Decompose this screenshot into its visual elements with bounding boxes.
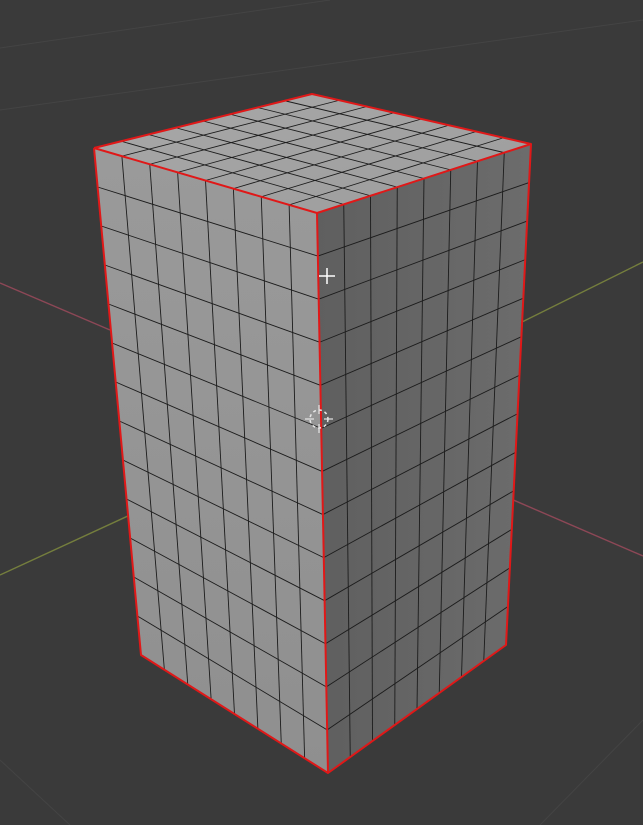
y-axis-line-right [521,261,643,323]
viewport-canvas[interactable] [0,0,643,825]
y-axis-line [0,514,131,576]
cuboid-mesh[interactable] [93,93,532,774]
3d-viewport[interactable] [0,0,643,825]
x-axis-line [0,282,111,331]
